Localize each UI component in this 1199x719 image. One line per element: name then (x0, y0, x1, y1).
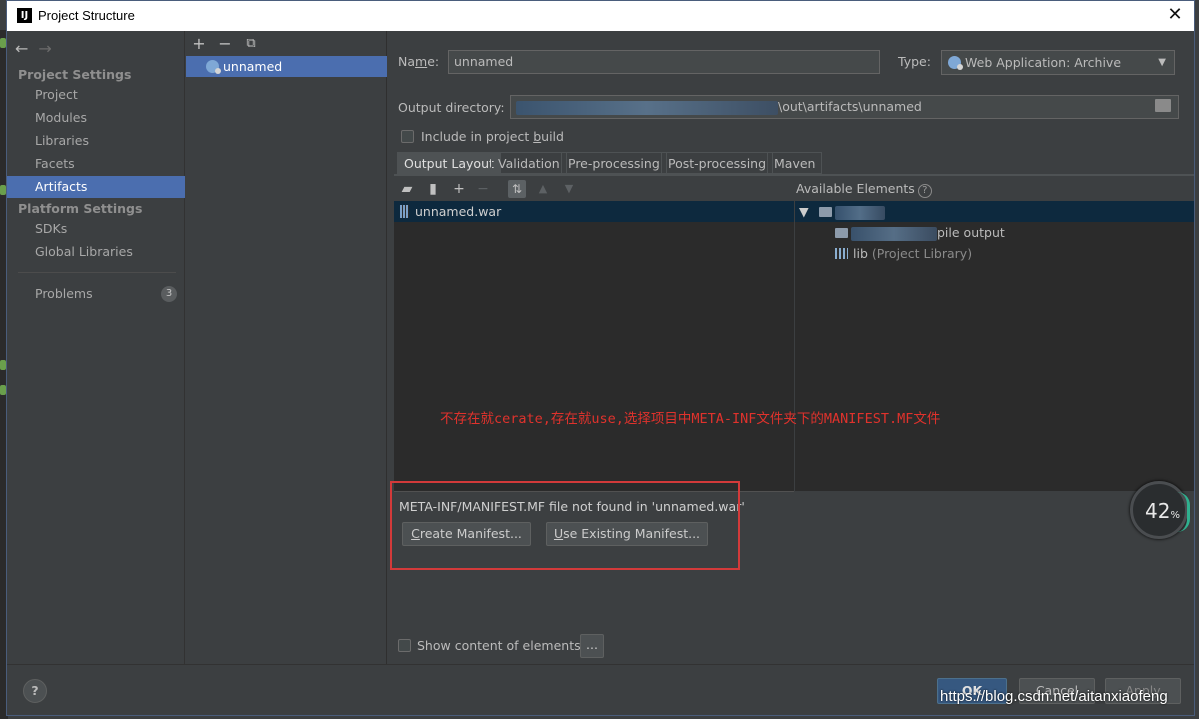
redacted-path (516, 100, 778, 115)
available-elements-label: Available Elements? (796, 181, 932, 198)
include-in-build-label: Include in project build (421, 129, 564, 144)
tab-underline (394, 174, 1194, 176)
expand-arrow-icon[interactable]: ▼ (799, 204, 809, 219)
title-bar: IJ Project Structure ✕ (7, 1, 1194, 31)
output-layout-tree: unnamed.war (394, 201, 794, 491)
sidebar-item-facets[interactable]: Facets (7, 153, 185, 175)
new-folder-icon[interactable]: ▰ (398, 180, 416, 198)
artifact-list-panel: + − ⧉ unnamed (186, 31, 387, 664)
project-structure-dialog: IJ Project Structure ✕ ← → Project Settin… (6, 0, 1195, 716)
show-content-checkbox[interactable] (398, 639, 411, 652)
name-field[interactable]: unnamed (448, 50, 880, 74)
artifact-item[interactable]: unnamed (186, 56, 387, 77)
output-directory-field[interactable]: \out\artifacts\unnamed (510, 95, 1179, 119)
project-settings-header: Project Settings (18, 67, 132, 82)
move-up-icon[interactable]: ▲ (534, 180, 552, 198)
redacted-module-name (834, 205, 885, 220)
folder-icon (835, 228, 848, 238)
tab-validation[interactable]: Validation (491, 152, 567, 174)
forward-arrow-icon[interactable]: → (38, 39, 51, 58)
help-circle-icon[interactable]: ? (917, 184, 932, 198)
tab-output-layout[interactable]: Output Layout (397, 152, 501, 174)
move-down-icon[interactable]: ▼ (560, 180, 578, 198)
tab-maven[interactable]: Maven (767, 152, 823, 174)
copy-icon[interactable]: ⧉ (242, 35, 260, 53)
type-label: Type: (898, 54, 931, 69)
sort-icon[interactable]: ⇅ (508, 180, 526, 198)
output-directory-label: Output directory: (398, 100, 505, 115)
folder-icon (818, 207, 832, 217)
chevron-down-icon: ▼ (1158, 57, 1166, 68)
output-directory-value: \out\artifacts\unnamed (778, 99, 922, 114)
available-elements-tree: ▼ pile output lib (Project Library) (795, 201, 1194, 491)
annotation-note: 不存在就cerate,存在就use,选择项目中META-INF文件夹下的MANI… (440, 411, 941, 427)
problems-label: Problems (35, 286, 93, 301)
add-icon[interactable]: + (190, 35, 208, 53)
sidebar-item-problems[interactable]: Problems 3 (7, 283, 185, 305)
problems-count-badge: 3 (161, 286, 177, 302)
add-copy-icon[interactable]: + (450, 180, 468, 198)
remove-icon[interactable]: − (216, 35, 234, 53)
library-icon (835, 248, 848, 259)
platform-settings-header: Platform Settings (18, 201, 143, 216)
layout-toolbar: ▰ ▮ + − ⇅ ▲ ▼ Available Elements? (394, 177, 1194, 201)
tree-item-module[interactable]: ▼ (795, 201, 1194, 222)
output-layout-area: ▰ ▮ + − ⇅ ▲ ▼ Available Elements? unname… (390, 177, 1194, 664)
sidebar-item-artifacts[interactable]: Artifacts (7, 176, 185, 198)
web-app-icon (206, 60, 221, 74)
type-select[interactable]: Web Application: Archive ▼ (941, 50, 1175, 75)
show-content-options-button[interactable]: ... (580, 634, 604, 658)
artifact-name: unnamed (223, 59, 283, 74)
divider (18, 272, 176, 273)
folder-icon[interactable] (1155, 99, 1171, 112)
remove-element-icon[interactable]: − (474, 180, 492, 198)
intellij-icon: IJ (17, 8, 32, 23)
nav-arrows: ← → (15, 39, 52, 58)
tree-item-lib[interactable]: lib (Project Library) (835, 243, 972, 264)
tree-item-war[interactable]: unnamed.war (394, 201, 794, 222)
name-label: Name: (398, 54, 440, 69)
show-content-label: Show content of elements (417, 638, 581, 653)
type-value: Web Application: Archive (965, 55, 1122, 70)
web-app-icon (948, 56, 963, 70)
back-arrow-icon[interactable]: ← (15, 39, 28, 58)
sidebar-item-global-libraries[interactable]: Global Libraries (7, 241, 185, 263)
sidebar-item-libraries[interactable]: Libraries (7, 130, 185, 152)
window-title: Project Structure (38, 8, 135, 23)
tab-post-processing[interactable]: Post-processing (661, 152, 774, 174)
sidebar-item-modules[interactable]: Modules (7, 107, 185, 129)
help-button[interactable]: ? (23, 679, 47, 703)
performance-widget[interactable]: 42% (1130, 481, 1190, 539)
artifact-settings-panel: Name: unnamed Type: Web Application: Arc… (388, 31, 1194, 664)
watermark: https://blog.csdn.net/aitanxiaofeng (940, 688, 1168, 705)
close-button[interactable]: ✕ (1164, 4, 1186, 26)
tree-item-compile-output[interactable]: pile output (835, 222, 1005, 243)
highlight-box (390, 481, 740, 570)
sidebar-item-sdks[interactable]: SDKs (7, 218, 185, 240)
new-archive-icon[interactable]: ▮ (424, 180, 442, 198)
archive-icon (400, 205, 409, 218)
sidebar-item-project[interactable]: Project (7, 84, 185, 106)
perf-value: 42% (1145, 499, 1180, 523)
settings-sidebar: ← → Project Settings Project Modules Libr… (7, 31, 185, 664)
tab-pre-processing[interactable]: Pre-processing (561, 152, 667, 174)
include-in-build-checkbox[interactable] (401, 130, 414, 143)
redacted-module-name (851, 226, 937, 241)
